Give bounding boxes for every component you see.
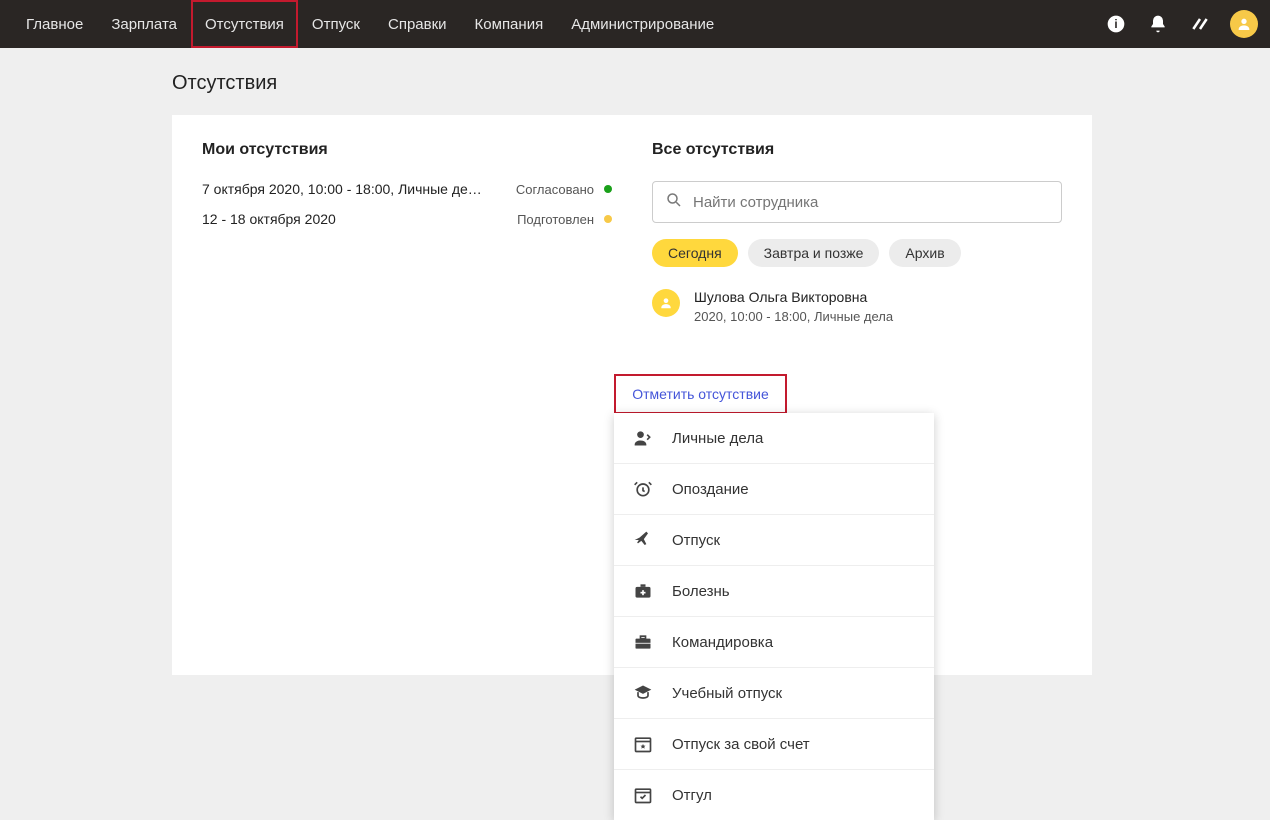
mark-absence-button[interactable]: Отметить отсутствие bbox=[632, 386, 769, 402]
topbar-right: i bbox=[1104, 10, 1258, 38]
search-box[interactable] bbox=[652, 181, 1062, 223]
chip-later[interactable]: Завтра и позже bbox=[748, 239, 880, 267]
dd-label: Болезнь bbox=[672, 583, 730, 600]
person-info: Шулова Ольга Викторовна 2020, 10:00 - 18… bbox=[694, 289, 893, 324]
info-icon[interactable]: i bbox=[1104, 12, 1128, 36]
dd-unpaid[interactable]: Отпуск за свой счет bbox=[614, 719, 934, 770]
graduation-icon bbox=[632, 682, 654, 704]
dd-label: Отпуск bbox=[672, 532, 720, 549]
dd-vacation[interactable]: Отпуск bbox=[614, 515, 934, 566]
nav-company[interactable]: Компания bbox=[461, 0, 558, 48]
dd-sick[interactable]: Болезнь bbox=[614, 566, 934, 617]
absence-status: Согласовано bbox=[516, 182, 612, 197]
calendar-star-icon bbox=[632, 733, 654, 755]
dd-trip[interactable]: Командировка bbox=[614, 617, 934, 668]
main-nav: Главное Зарплата Отсутствия Отпуск Справ… bbox=[12, 0, 728, 48]
dd-study[interactable]: Учебный отпуск bbox=[614, 668, 934, 719]
plane-icon bbox=[632, 529, 654, 551]
nav-absences[interactable]: Отсутствия bbox=[191, 0, 298, 48]
status-dot-icon bbox=[604, 215, 612, 223]
person-detail: 2020, 10:00 - 18:00, Личные дела bbox=[694, 309, 893, 324]
absence-text: 7 октября 2020, 10:00 - 18:00, Личные де… bbox=[202, 181, 482, 197]
stripes-icon[interactable] bbox=[1188, 12, 1212, 36]
search-input[interactable] bbox=[693, 194, 1049, 211]
person-icon bbox=[632, 427, 654, 449]
search-icon bbox=[665, 191, 683, 214]
nav-admin[interactable]: Администрирование bbox=[557, 0, 728, 48]
page: Отсутствия Мои отсутствия 7 октября 2020… bbox=[0, 48, 1270, 675]
calendar-check-icon bbox=[632, 784, 654, 806]
my-absences-column: Мои отсутствия 7 октября 2020, 10:00 - 1… bbox=[202, 141, 612, 649]
my-absences-title: Мои отсутствия bbox=[202, 141, 612, 159]
absence-text: 12 - 18 октября 2020 bbox=[202, 211, 336, 227]
absence-type-dropdown: Личные дела Опоздание Отпуск Болезнь Ком… bbox=[614, 413, 934, 820]
dd-label: Личные дела bbox=[672, 430, 763, 447]
absence-status: Подготовлен bbox=[517, 212, 612, 227]
nav-references[interactable]: Справки bbox=[374, 0, 461, 48]
chip-today[interactable]: Сегодня bbox=[652, 239, 738, 267]
user-avatar[interactable] bbox=[1230, 10, 1258, 38]
svg-text:i: i bbox=[1114, 18, 1117, 31]
nav-salary[interactable]: Зарплата bbox=[97, 0, 191, 48]
dd-label: Опоздание bbox=[672, 481, 749, 498]
person-name: Шулова Ольга Викторовна bbox=[694, 289, 893, 305]
nav-main[interactable]: Главное bbox=[12, 0, 97, 48]
briefcase-icon bbox=[632, 631, 654, 653]
dd-label: Учебный отпуск bbox=[672, 685, 782, 702]
status-dot-icon bbox=[604, 185, 612, 193]
content-card: Мои отсутствия 7 октября 2020, 10:00 - 1… bbox=[172, 115, 1092, 675]
dd-dayoff[interactable]: Отгул bbox=[614, 770, 934, 820]
alarm-icon bbox=[632, 478, 654, 500]
mark-absence-highlight: Отметить отсутствие bbox=[614, 374, 787, 414]
bell-icon[interactable] bbox=[1146, 12, 1170, 36]
all-absences-title: Все отсутствия bbox=[652, 141, 1062, 159]
person-row[interactable]: Шулова Ольга Викторовна 2020, 10:00 - 18… bbox=[652, 289, 1062, 324]
absence-row[interactable]: 7 октября 2020, 10:00 - 18:00, Личные де… bbox=[202, 181, 612, 197]
medkit-icon bbox=[632, 580, 654, 602]
dd-late[interactable]: Опоздание bbox=[614, 464, 934, 515]
page-title: Отсутствия bbox=[172, 72, 1270, 95]
topbar: Главное Зарплата Отсутствия Отпуск Справ… bbox=[0, 0, 1270, 48]
absence-row[interactable]: 12 - 18 октября 2020 Подготовлен bbox=[202, 211, 612, 227]
chip-archive[interactable]: Архив bbox=[889, 239, 960, 267]
dd-personal[interactable]: Личные дела bbox=[614, 413, 934, 464]
dd-label: Отгул bbox=[672, 787, 712, 804]
dd-label: Командировка bbox=[672, 634, 773, 651]
filter-chips: Сегодня Завтра и позже Архив bbox=[652, 239, 1062, 267]
dd-label: Отпуск за свой счет bbox=[672, 736, 810, 753]
person-avatar-icon bbox=[652, 289, 680, 317]
nav-vacation[interactable]: Отпуск bbox=[298, 0, 374, 48]
